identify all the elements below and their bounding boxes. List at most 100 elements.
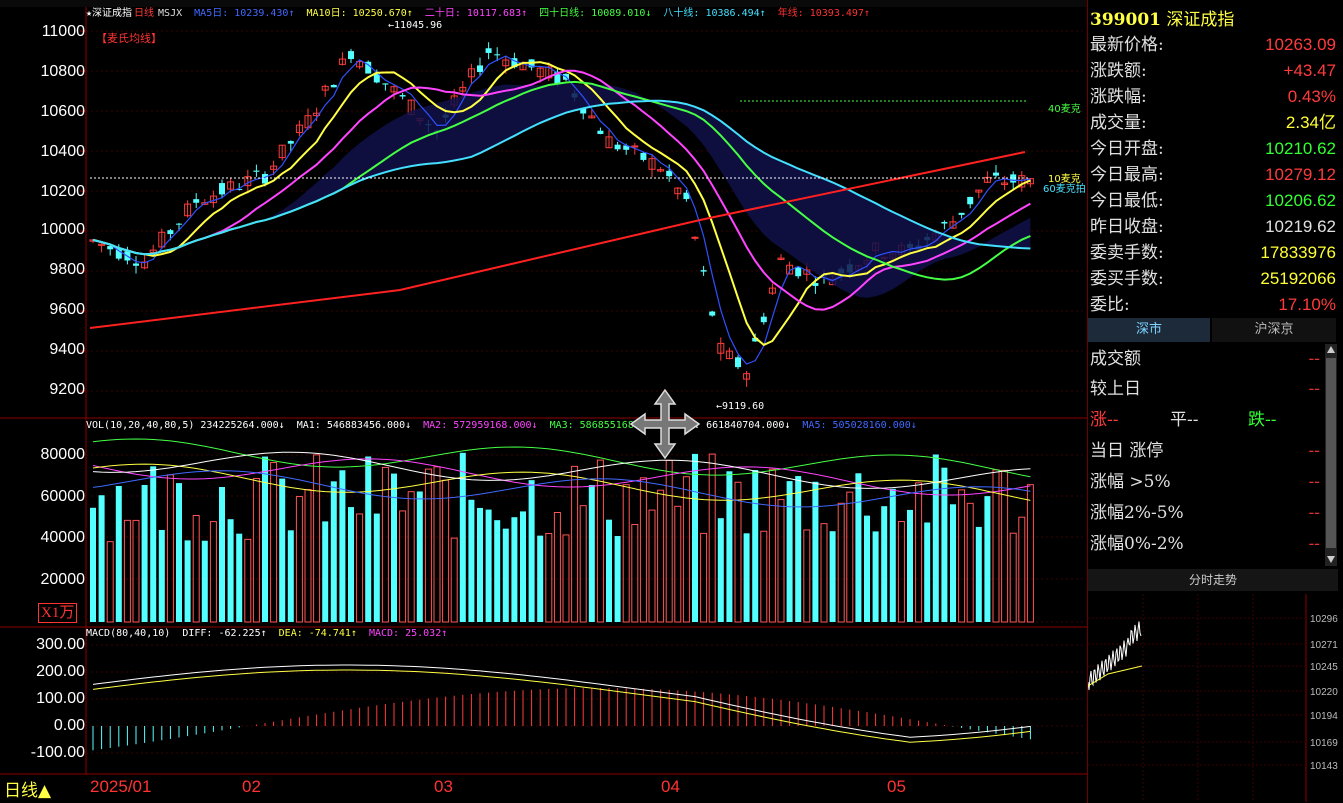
tab-shenzhen[interactable]: 深市 [1088,318,1210,342]
volume-bar-up [837,502,845,623]
minute-axis-label: 10245 [1310,662,1338,673]
tab-hushenjing[interactable]: 沪深京 [1212,318,1336,342]
volume-bar-down [339,470,346,622]
quote-title: 399001 深证成指 [1088,8,1343,32]
candle-down [176,223,182,225]
ma10-value: MA10日: 10250.670↑ [306,8,413,19]
formula-tag: 【麦氏均线】 [96,32,162,45]
volume-bar-up [777,499,785,623]
volume-bar-down [984,496,991,622]
date-axis-label: 04 [661,777,680,796]
ma60-label: 60麦克拍 [1043,184,1086,195]
volume-bar-down [502,528,509,622]
minute-chart[interactable]: 10296 10271 10245 10220 10194 10169 10143 [1088,594,1343,802]
candle-down [167,230,174,235]
volume-bar-down [494,520,501,622]
candle-down [941,221,948,224]
period-label: 日线 [134,8,155,19]
volume-bar-down [141,484,148,622]
volume-bar-down [459,452,466,622]
date-axis-label: 02 [242,777,261,796]
volume-bar-up [700,532,708,623]
volume-bar-up [270,462,278,623]
vol-ma2: MA2: 572959168.000↓ [423,420,538,431]
volume-bar-down [907,509,913,622]
quote-label: 最新价格: [1090,35,1164,55]
volume-bar-down [227,519,234,622]
candle-down [700,270,707,272]
volume-bar-up [760,530,768,623]
volume-bar-up [648,509,656,623]
quote-row: 最新价格: 10263.09 [1088,32,1338,58]
quote-label: 昨日收盘: [1090,217,1164,237]
volume-bar-down [98,495,105,622]
volume-bar-down [941,467,948,622]
scroll-down-icon[interactable] [1327,556,1335,563]
volume-bar-up [579,505,587,623]
candle-down [253,170,260,172]
minute-avg-line [1088,665,1143,687]
volume-bar-up [244,538,252,623]
volume-bar-down [855,473,862,622]
macd-axis-label: 200.00 [36,663,85,680]
index-title: ★深证成指 [86,8,133,19]
volume-bar-down [537,535,544,622]
volume-bar-up [768,468,776,623]
price-axis-label: 10800 [40,63,86,80]
quote-label: 成交量: [1090,113,1147,133]
compare-value: -- [1308,379,1321,399]
volume-bar-up [846,491,854,623]
high-annotation: ←11045.96 [388,20,443,31]
volume-bar-down [201,540,208,622]
volume-bar-up [433,466,441,623]
volume-bar-up [631,524,639,623]
volume-bar-up [966,502,974,623]
quote-value: 10210.62 [1265,139,1336,158]
kline-chart-svg[interactable] [0,0,1087,803]
volume-bar-down [279,478,286,622]
volume-bar-up [734,481,742,623]
volume-indicator-header: VOL(10,20,40,80,5) 234225264.000↓ MA1: 5… [86,420,923,432]
price-axis-label: 10000 [40,221,86,238]
stats-scrollbar[interactable] [1325,344,1337,566]
minute-chart-title[interactable]: 分时走势 [1088,569,1338,591]
volume-bar-down [786,481,793,622]
volume-bar-down [236,533,243,622]
volume-bar-down [950,504,956,622]
candle-down [494,54,501,56]
volume-bar-down [391,473,397,622]
stat-label: 当日 涨停 [1090,441,1164,461]
scroll-up-icon[interactable] [1327,346,1335,353]
period-switch-button[interactable]: 日线▲ [4,776,51,801]
candle-down [330,84,337,88]
quote-row: 委卖手数: 17833976 [1088,240,1338,266]
quote-value: 25192066 [1260,269,1336,288]
volume-bar-down [864,515,870,622]
kline-chart-area[interactable]: ★深证成指 日线 MSJX MA5日: 10239.430↑ MA10日: 1025… [0,0,1087,803]
date-axis-label: 03 [434,777,453,796]
macd-macd: MACD: 25.032↑ [368,628,448,639]
volume-bar-up [1018,516,1026,623]
volume-bar-down [287,530,294,622]
volume-bar-up [313,454,321,623]
flat-count: 平-- [1170,410,1199,430]
macd-axis-label: -100.00 [30,744,85,761]
volume-bar-up [1026,484,1034,623]
breadth-row: 涨-- 平-- 跌-- [1088,405,1338,436]
quote-row: 昨日收盘: 10219.62 [1088,214,1338,240]
quote-label: 委比: [1090,295,1130,315]
volume-bar-up [381,466,389,623]
ma80-value: 八十线: 10386.494↑ [663,8,766,19]
volume-axis-label: 60000 [40,488,86,505]
price-indicator-header: ★深证成指 日线 MSJX MA5日: 10239.430↑ MA10日: 1025… [86,8,876,20]
volume-bar-down [752,470,759,622]
volume-axis-label: 80000 [40,446,86,463]
low-annotation: ←9119.60 [716,401,765,412]
volume-bar-down [743,533,750,622]
scroll-thumb[interactable] [1326,358,1336,548]
macd-indicator-header: MACD(80,40,10) DIFF: -62.225↑ DEA: -74.7… [86,628,453,640]
volume-bar-up [295,496,303,623]
volume-bar-up [192,514,200,623]
quote-row: 涨跌额: +43.47 [1088,58,1338,84]
stat-label: 涨幅 >5% [1090,472,1171,492]
